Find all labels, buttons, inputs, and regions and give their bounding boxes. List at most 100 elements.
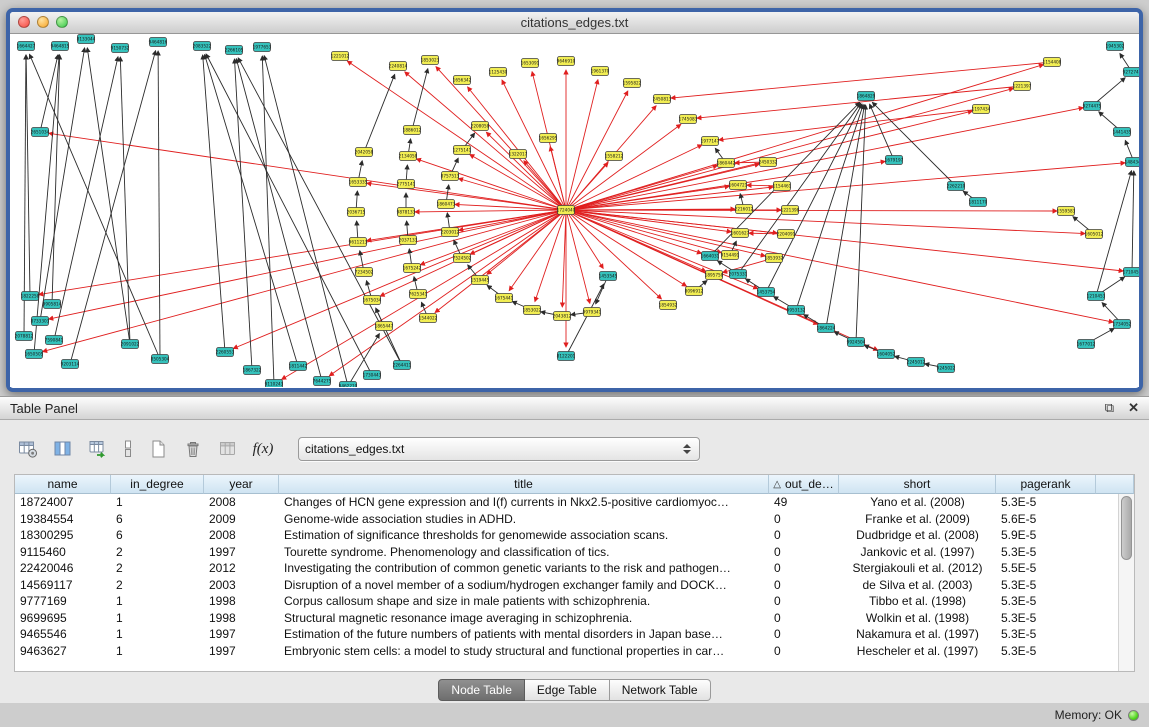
table-row[interactable]: 946554611997Estimation of the future num… [15,626,1134,643]
table-row[interactable]: 1938455462009Genome-wide association stu… [15,511,1134,528]
graph-node[interactable]: 9611213 [349,238,368,247]
graph-node[interactable]: 2075331 [729,270,748,279]
column-header-year[interactable]: year [204,475,279,494]
graph-node[interactable]: 1322017 [509,150,528,159]
table-settings-button[interactable] [14,436,42,462]
graph-node[interactable]: 2775141 [397,180,416,189]
graph-node[interactable]: 2208058 [471,122,490,131]
graph-node[interactable]: 1811442 [289,362,308,371]
column-header-pagerank[interactable]: pagerank [996,475,1096,494]
graph-node[interactable]: 1677012 [1077,340,1096,349]
graph-node[interactable]: 1745083 [679,115,698,124]
float-panel-icon[interactable]: ⧉ [1105,401,1114,415]
graph-node[interactable]: 1221012 [331,52,350,61]
graph-node[interactable]: 1853022 [523,306,542,315]
graph-node[interactable]: 8505304 [151,355,170,364]
tab-node-table[interactable]: Node Table [438,679,525,701]
table-row[interactable]: 2242004622012Investigating the contribut… [15,560,1134,577]
graph-node[interactable]: 1730443 [363,371,382,380]
graph-node[interactable]: 1604052 [877,350,896,359]
graph-node[interactable]: 8096912 [685,287,704,296]
graph-node[interactable]: 1860473 [437,200,456,209]
close-panel-icon[interactable]: ✕ [1128,401,1139,415]
graph-node[interactable]: 1886012 [403,126,422,135]
graph-node[interactable]: 8757513 [441,172,460,181]
new-document-button[interactable] [144,436,172,462]
graph-node[interactable]: 1453545 [599,272,618,281]
graph-node[interactable]: 9154491 [721,251,740,260]
table-row[interactable]: 1872400712008Changes of HCN gene express… [15,494,1134,511]
graph-node[interactable]: 9274475 [1083,102,1102,111]
graph-node[interactable]: 1977653 [253,43,272,52]
merge-table-button[interactable] [214,436,242,462]
graph-node[interactable]: 2078812 [15,332,34,341]
graph-node[interactable]: 1453754 [757,288,776,297]
graph-node[interactable]: 1679197 [885,156,904,165]
network-canvas[interactable]: 1724040122101222408141853023165634211254… [10,34,1139,387]
graph-node[interactable]: 2450813 [653,95,672,104]
column-header-short[interactable]: short [839,475,996,494]
graph-node[interactable]: 7625341 [409,290,428,299]
graph-node[interactable]: 1675441 [495,294,514,303]
graph-node[interactable]: 1650505 [25,350,44,359]
import-table-button[interactable] [84,436,112,462]
graph-node[interactable]: 9464816 [149,38,168,47]
graph-node[interactable]: 9924504 [847,338,866,347]
graph-node[interactable]: 1664427 [17,42,36,51]
graph-node[interactable]: 2262210 [947,182,966,191]
table-row[interactable]: 1830029562008Estimation of significance … [15,527,1134,544]
graph-node[interactable]: 1221397 [1013,82,1032,91]
graph-node[interactable]: 8733303 [31,317,50,326]
graph-node[interactable]: 9462210 [339,382,358,388]
function-builder-button[interactable]: f(x) [249,436,277,462]
graph-node[interactable]: 8122201 [557,352,576,361]
graph-node[interactable]: 2260553 [216,348,235,357]
row-tools-button[interactable] [119,436,137,462]
graph-node[interactable]: 9953132 [787,306,806,315]
scrollbar-thumb[interactable] [1121,496,1132,560]
graph-node[interactable]: 1822258 [21,292,40,301]
table-row[interactable]: 946362711997Embryonic stem cells: a mode… [15,643,1134,660]
graph-node[interactable]: 9464815 [51,42,70,51]
table-row[interactable]: 911546021997Tourette syndrome. Phenomeno… [15,544,1134,561]
graph-node[interactable]: 2240814 [389,62,408,71]
graph-node[interactable]: 1864224 [817,324,836,333]
graph-node[interactable]: 2037133 [399,236,418,245]
graph-node[interactable]: 2245012 [907,358,926,367]
graph-node[interactable]: 2036715 [347,208,366,217]
graph-node[interactable]: 1484342 [1125,158,1139,167]
graph-node[interactable]: 1210453 [1087,292,1106,301]
graph-node[interactable]: 1854932 [659,301,678,310]
graph-node[interactable]: 1221398 [781,206,800,215]
graph-node[interactable]: 1664031 [701,252,720,261]
graph-node[interactable]: 1853932 [765,254,784,263]
graph-node[interactable]: 9110243 [265,380,284,388]
graph-node[interactable]: 1675034 [363,296,382,305]
table-row[interactable]: 977716911998Corpus callosum shape and si… [15,593,1134,610]
graph-node[interactable]: 7234502 [355,268,374,277]
graph-node[interactable]: 9979341 [583,308,602,317]
graph-node[interactable]: 9646910 [557,57,576,66]
graph-node[interactable]: 2083522 [193,42,212,51]
graph-node[interactable]: 1853023 [421,56,440,65]
graph-node[interactable]: 1154408 [1043,58,1062,67]
graph-node[interactable]: 9878133 [397,208,416,217]
graph-node[interactable]: 2216012 [735,205,754,214]
column-header-in_degree[interactable]: in_degree [111,475,204,494]
graph-node[interactable]: 1710455 [1123,268,1139,277]
table-selector-dropdown[interactable]: citations_edges.txt [298,437,700,461]
graph-node[interactable]: 1605012 [1085,230,1104,239]
tab-network-table[interactable]: Network Table [610,679,711,701]
graph-node[interactable]: 1724040 [557,206,576,215]
graph-node[interactable]: 9905814 [43,300,62,309]
graph-node[interactable]: 2264411 [393,361,412,370]
graph-node[interactable]: 1653335 [349,178,368,187]
table-scrollbar[interactable] [1118,494,1134,671]
graph-node[interactable]: 1653091 [521,59,540,68]
column-header-name[interactable]: name [15,475,111,494]
graph-node[interactable]: 1656295 [539,134,558,143]
graph-node[interactable]: 1867322 [243,366,262,375]
graph-node[interactable]: 1519445 [471,276,490,285]
graph-node[interactable]: 2203012 [441,228,460,237]
graph-node[interactable]: 1441435 [1113,128,1132,137]
